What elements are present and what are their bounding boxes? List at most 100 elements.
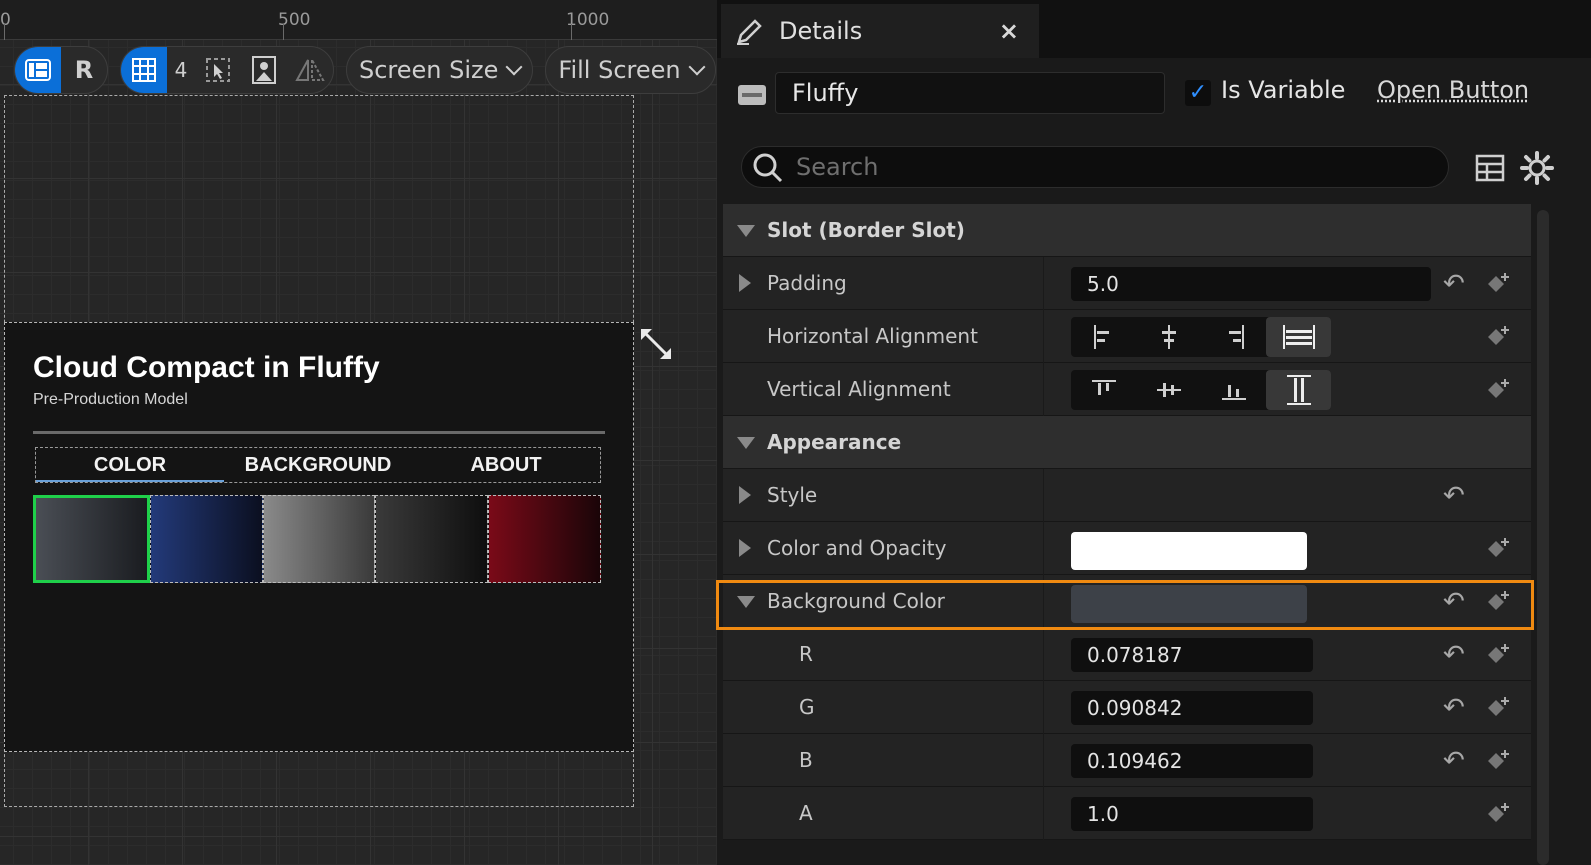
property-list: Slot (Border Slot) Padding 5.0 ↶ Horizon… [723, 204, 1531, 840]
keyframe-add-icon[interactable] [1485, 536, 1511, 562]
a-value-input[interactable]: 1.0 [1071, 797, 1313, 831]
horizontal-alignment-group [1071, 317, 1331, 357]
keyframe-add-icon[interactable] [1485, 642, 1511, 668]
designer-canvas[interactable]: 0 500 1000 R 4 Screen Size Fill Screen C… [0, 0, 717, 865]
b-value-input[interactable]: 0.109462 [1071, 744, 1313, 778]
open-button-link[interactable]: Open Button [1377, 76, 1529, 104]
column-divider [1043, 734, 1044, 787]
align-bottom-button[interactable] [1201, 370, 1266, 410]
details-tab[interactable]: Details × [721, 4, 1039, 58]
category-label: Appearance [767, 430, 902, 454]
color-swatch[interactable] [33, 495, 150, 583]
padding-input[interactable]: 5.0 [1071, 267, 1431, 301]
chevron-down-icon [688, 58, 706, 76]
category-appearance[interactable]: Appearance [723, 416, 1531, 469]
keyframe-add-icon[interactable] [1485, 748, 1511, 774]
align-top-button[interactable] [1071, 370, 1136, 410]
color-swatch[interactable] [262, 495, 376, 583]
reset-arrow-icon[interactable]: ↶ [1443, 693, 1465, 723]
color-swatch[interactable] [488, 495, 601, 583]
grid-icon [132, 58, 156, 82]
search-icon [753, 153, 783, 183]
search-bar [741, 146, 1449, 188]
select-mode-button[interactable] [195, 47, 241, 93]
button-widget-icon [738, 85, 766, 105]
widget-subtitle: Pre-Production Model [33, 391, 188, 408]
expand-arrow-icon[interactable] [739, 486, 751, 504]
r-mode-button[interactable]: R [61, 47, 107, 93]
details-scrollbar[interactable] [1537, 210, 1549, 865]
expand-arrow-icon[interactable] [739, 274, 751, 292]
category-slot[interactable]: Slot (Border Slot) [723, 204, 1531, 257]
chevron-down-icon [505, 58, 523, 76]
table-view-icon[interactable] [1475, 154, 1505, 182]
column-divider [1043, 363, 1044, 416]
color-opacity-swatch[interactable] [1071, 532, 1307, 570]
horizontal-ruler: 0 500 1000 [0, 0, 717, 40]
view-mode-group: R [14, 46, 108, 94]
vertical-alignment-group [1071, 370, 1331, 410]
keyframe-add-icon[interactable] [1485, 695, 1511, 721]
align-bottom-icon [1221, 385, 1246, 400]
property-label: G [799, 695, 815, 719]
align-right-icon [1228, 325, 1244, 349]
close-icon[interactable]: × [999, 17, 1019, 45]
align-center-icon [1161, 325, 1176, 349]
color-swatch[interactable] [375, 495, 489, 583]
is-variable-checkbox[interactable]: ✓ [1185, 80, 1211, 106]
keyframe-add-icon[interactable] [1485, 589, 1511, 615]
ruler-tick [283, 24, 284, 40]
align-fill-button[interactable] [1266, 317, 1331, 357]
grid-snap-button[interactable] [121, 47, 167, 93]
pencil-icon [737, 19, 762, 45]
align-fill-vertical-button[interactable] [1266, 370, 1331, 410]
details-tab-title: Details [779, 17, 863, 45]
align-middle-button[interactable] [1136, 370, 1201, 410]
flip-button[interactable] [287, 47, 333, 93]
keyframe-add-icon[interactable] [1485, 324, 1511, 350]
grid-size-value[interactable]: 4 [167, 47, 195, 93]
align-right-button[interactable] [1201, 317, 1266, 357]
resize-handle-icon[interactable] [638, 326, 674, 371]
property-g: G 0.090842 ↶ [723, 681, 1531, 734]
panel-tab-bar: Details × [717, 0, 1591, 58]
g-value-input[interactable]: 0.090842 [1071, 691, 1313, 725]
widget-tab-color[interactable]: COLOR [36, 448, 224, 482]
widget-title: Cloud Compact in Fluffy [33, 351, 380, 384]
preview-button[interactable] [241, 47, 287, 93]
property-color-and-opacity: Color and Opacity [723, 522, 1531, 575]
widget-preview[interactable]: Cloud Compact in Fluffy Pre-Production M… [4, 322, 634, 752]
keyframe-add-icon[interactable] [1485, 271, 1511, 297]
collapse-arrow-icon[interactable] [737, 225, 755, 237]
widget-name-field[interactable]: Fluffy [775, 72, 1165, 114]
r-value-input[interactable]: 0.078187 [1071, 638, 1313, 672]
align-left-button[interactable] [1071, 317, 1136, 357]
color-swatch[interactable] [149, 495, 263, 583]
background-color-swatch[interactable] [1071, 585, 1307, 623]
keyframe-add-icon[interactable] [1485, 377, 1511, 403]
mirror-icon [295, 59, 325, 81]
align-center-button[interactable] [1136, 317, 1201, 357]
layout-mode-button[interactable] [15, 47, 61, 93]
property-horizontal-alignment: Horizontal Alignment [723, 310, 1531, 363]
widget-tab-background[interactable]: BACKGROUND [224, 448, 412, 482]
column-divider [1043, 681, 1044, 734]
fill-screen-dropdown[interactable]: Fill Screen [545, 46, 716, 94]
gear-icon[interactable] [1520, 151, 1554, 185]
property-r: R 0.078187 ↶ [723, 628, 1531, 681]
reset-arrow-icon[interactable]: ↶ [1443, 587, 1465, 617]
reset-arrow-icon[interactable]: ↶ [1443, 269, 1465, 299]
property-label: A [799, 801, 813, 825]
screen-size-label: Screen Size [359, 56, 499, 84]
widget-tab-about[interactable]: ABOUT [412, 448, 600, 482]
expand-arrow-icon[interactable] [739, 539, 751, 557]
search-input[interactable] [796, 151, 1436, 183]
property-style: Style ↶ [723, 469, 1531, 522]
keyframe-add-icon[interactable] [1485, 801, 1511, 827]
collapse-arrow-icon[interactable] [737, 437, 755, 449]
reset-arrow-icon[interactable]: ↶ [1443, 640, 1465, 670]
reset-arrow-icon[interactable]: ↶ [1443, 746, 1465, 776]
reset-arrow-icon[interactable]: ↶ [1443, 481, 1465, 511]
collapse-arrow-icon[interactable] [737, 596, 755, 608]
screen-size-dropdown[interactable]: Screen Size [346, 46, 534, 94]
